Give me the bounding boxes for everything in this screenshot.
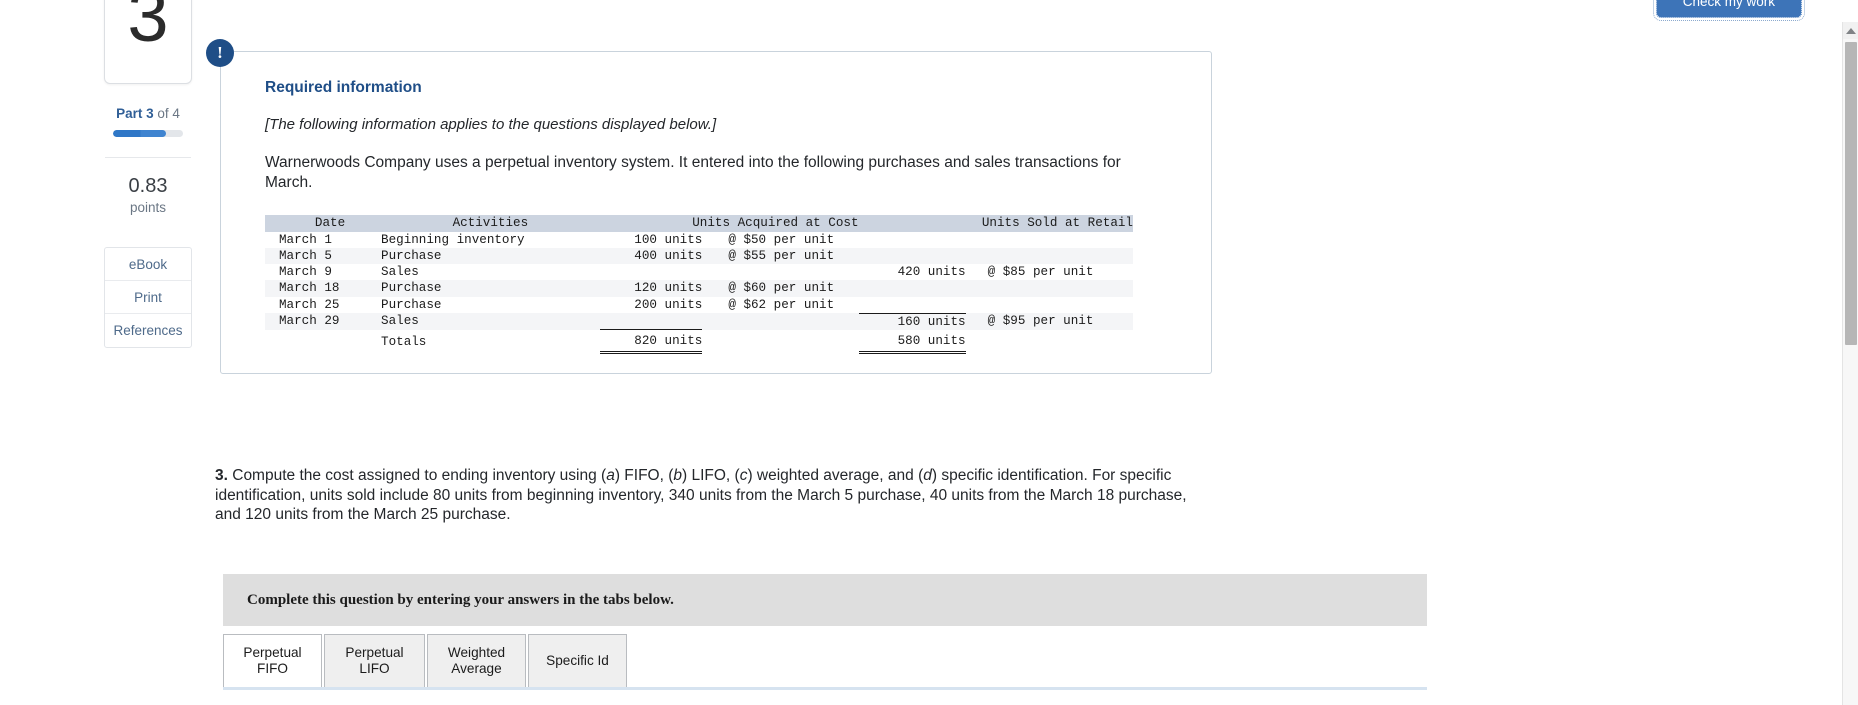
question-part-3: ) LIFO, ( bbox=[682, 467, 740, 484]
totals-acquired: 820 units bbox=[599, 332, 703, 355]
cell-acquired-units: 200 units bbox=[634, 297, 703, 312]
ebook-button[interactable]: eBook bbox=[105, 248, 191, 281]
question-number: 3 bbox=[127, 0, 169, 57]
part-suffix: of 4 bbox=[157, 106, 180, 121]
exclamation-icon: ! bbox=[206, 39, 234, 67]
totals-label: Totals bbox=[381, 334, 427, 349]
tab-perpetual-fifo[interactable]: Perpetual FIFO bbox=[223, 634, 322, 687]
required-information-panel: ! Required information [The following in… bbox=[206, 39, 1212, 374]
question-part-1: Compute the cost assigned to ending inve… bbox=[227, 467, 607, 484]
question-number-card: 3 bbox=[104, 0, 192, 84]
question-text: 3. Compute the cost assigned to ending i… bbox=[215, 466, 1205, 525]
table-body: March 1 Beginning inventory 100 units @ … bbox=[265, 232, 1133, 355]
question-letter-d: d bbox=[923, 467, 932, 484]
cell-activity: Purchase bbox=[381, 248, 442, 263]
table-row: March 29 Sales 160 units @ $95 per unit bbox=[265, 312, 1133, 330]
cell-sold-price bbox=[966, 248, 1133, 264]
vertical-scrollbar[interactable] bbox=[1842, 22, 1858, 705]
part-progress-bar bbox=[113, 130, 183, 137]
cell-date: March 29 bbox=[279, 314, 340, 329]
cell-acquired-cost: @ $62 per unit bbox=[728, 297, 835, 312]
question-rail: 3 Part 3 of 4 0.83 points eBook Print Re… bbox=[104, 0, 192, 348]
tab-perpetual-lifo[interactable]: Perpetual LIFO bbox=[324, 634, 425, 687]
totals-sold: 580 units bbox=[858, 332, 966, 355]
cell-acquired-cost bbox=[702, 264, 858, 280]
part-indicator: Part 3 of 4 bbox=[104, 106, 192, 121]
cell-activity: Sales bbox=[381, 265, 419, 280]
cell-sold-units bbox=[859, 232, 966, 248]
answer-tabs: Perpetual FIFO Perpetual LIFO Weighted A… bbox=[223, 634, 1427, 690]
assignment-page: Check my work 3 Part 3 of 4 0.83 points … bbox=[0, 0, 1858, 705]
cell-sold-price: @ $85 per unit bbox=[987, 265, 1094, 280]
table-row: March 9 Sales 420 units @ $85 per unit bbox=[265, 264, 1133, 280]
cell-activity: Purchase bbox=[381, 297, 442, 312]
cell-activity: Beginning inventory bbox=[381, 232, 525, 247]
complete-question-text: Complete this question by entering your … bbox=[247, 591, 674, 608]
complete-question-bar: Complete this question by entering your … bbox=[223, 574, 1427, 626]
table-header-row: Date Activities Units Acquired at Cost U… bbox=[265, 215, 1133, 232]
points-value: 0.83 bbox=[128, 175, 168, 197]
column-header-date: Date bbox=[314, 216, 346, 231]
resource-button-group: eBook Print References bbox=[104, 247, 192, 348]
cell-date: March 18 bbox=[279, 281, 340, 296]
question-letter-b: b bbox=[673, 467, 682, 484]
required-information-body: Warnerwoods Company uses a perpetual inv… bbox=[265, 154, 1121, 192]
question-number-inline: 3. bbox=[215, 467, 228, 484]
question-part-4: ) weighted average, and ( bbox=[747, 467, 924, 484]
part-current: 3 bbox=[146, 106, 154, 121]
totals-row: Totals 820 units 580 units bbox=[265, 332, 1133, 355]
cell-date: March 9 bbox=[279, 265, 332, 280]
tab-specific-id[interactable]: Specific Id bbox=[528, 634, 627, 687]
scrollbar-top-gap bbox=[1841, 0, 1842, 22]
table-row: March 18 Purchase 120 units @ $60 per un… bbox=[265, 280, 1133, 297]
required-information-subtitle: [The following information applies to th… bbox=[265, 116, 717, 133]
cell-date: March 25 bbox=[279, 297, 340, 312]
cell-date: March 5 bbox=[279, 248, 332, 263]
points-label: points bbox=[129, 200, 167, 215]
cell-sold-units bbox=[859, 248, 966, 264]
cell-activity: Sales bbox=[381, 314, 419, 329]
print-button[interactable]: Print bbox=[105, 281, 191, 314]
cell-sold-price: @ $95 per unit bbox=[987, 314, 1094, 329]
cell-sold-units: 420 units bbox=[897, 265, 966, 280]
part-prefix: Part bbox=[116, 106, 143, 121]
question-letter-a: a bbox=[606, 467, 615, 484]
check-my-work-button[interactable]: Check my work bbox=[1652, 0, 1806, 21]
scrollbar-thumb[interactable] bbox=[1845, 42, 1857, 345]
cell-acquired-units: 400 units bbox=[634, 248, 703, 263]
column-header-activities: Activities bbox=[452, 216, 529, 231]
question-part-2: ) FIFO, ( bbox=[614, 467, 674, 484]
scroll-up-arrow-icon[interactable] bbox=[1843, 22, 1858, 39]
rail-divider bbox=[105, 157, 191, 158]
cell-sold-units bbox=[859, 280, 966, 296]
cell-sold-units bbox=[859, 297, 966, 313]
cell-date: March 1 bbox=[279, 232, 332, 247]
cell-acquired-units bbox=[600, 313, 703, 330]
cell-acquired-cost: @ $60 per unit bbox=[728, 281, 835, 296]
column-header-units-acquired: Units Acquired at Cost bbox=[692, 216, 859, 231]
inventory-transactions-table: Date Activities Units Acquired at Cost U… bbox=[265, 215, 1133, 355]
cell-acquired-cost bbox=[702, 313, 858, 330]
table-row: March 1 Beginning inventory 100 units @ … bbox=[265, 232, 1133, 248]
cell-sold-price bbox=[966, 232, 1133, 248]
cell-acquired-units: 120 units bbox=[634, 281, 703, 296]
cell-sold-units: 160 units bbox=[858, 312, 966, 330]
table-head: Date Activities Units Acquired at Cost U… bbox=[265, 215, 1133, 232]
cell-sold-price bbox=[966, 280, 1133, 296]
cell-acquired-units: 100 units bbox=[634, 232, 703, 247]
references-button[interactable]: References bbox=[105, 314, 191, 347]
tab-weighted-average[interactable]: Weighted Average bbox=[427, 634, 526, 687]
column-header-units-sold: Units Sold at Retail bbox=[981, 216, 1133, 231]
cell-activity: Purchase bbox=[381, 281, 442, 296]
cell-sold-price bbox=[966, 297, 1133, 313]
cell-acquired-units bbox=[600, 264, 703, 280]
table-row: March 5 Purchase 400 units @ $55 per uni… bbox=[265, 247, 1133, 265]
cell-acquired-cost: @ $55 per unit bbox=[728, 248, 835, 263]
table-row: March 25 Purchase 200 units @ $62 per un… bbox=[265, 297, 1133, 313]
cell-acquired-cost: @ $50 per unit bbox=[728, 232, 835, 247]
required-information-title: Required information bbox=[265, 79, 422, 96]
